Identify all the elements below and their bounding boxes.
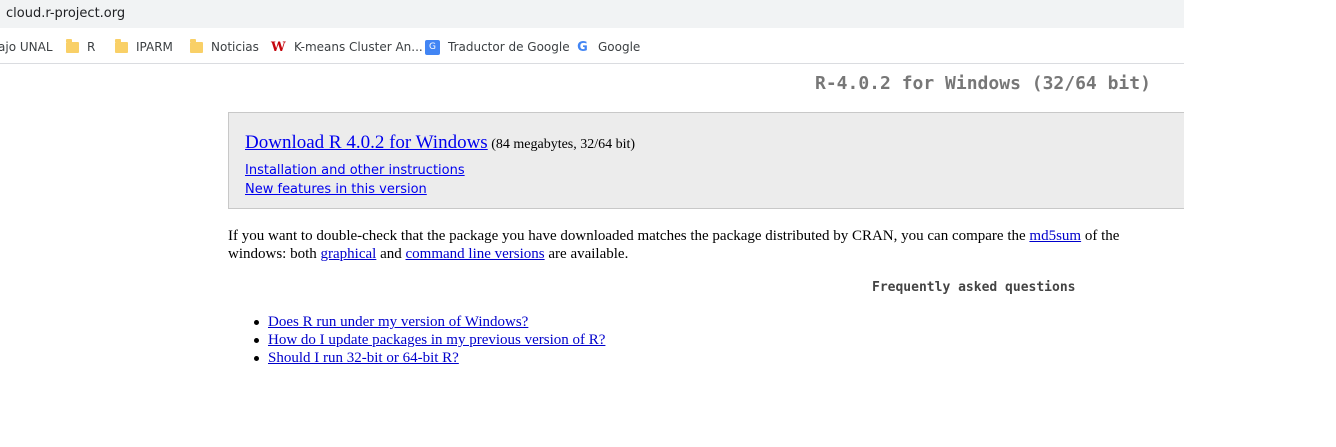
command-line-versions-link[interactable]: command line versions: [406, 246, 545, 262]
bullet-icon: [254, 338, 259, 343]
download-r-link[interactable]: Download R 4.0.2 for Windows: [245, 132, 488, 153]
md5-paragraph: If you want to double-check that the pac…: [228, 227, 1184, 263]
bookmark-label: K-means Cluster An...: [294, 40, 423, 54]
faq-item: Should I run 32-bit or 64-bit R?: [252, 349, 605, 367]
bookmark-iparm[interactable]: IPARM: [115, 38, 173, 56]
bookmark-label: Traductor de Google: [448, 40, 570, 54]
google-translate-icon: G: [425, 39, 440, 55]
bookmark-unal[interactable]: ajo UNAL: [0, 38, 53, 56]
paragraph-text: are available.: [544, 246, 629, 262]
paragraph-text: and: [376, 246, 406, 262]
bookmark-noticias[interactable]: Noticias: [190, 38, 259, 56]
faq-link-windows-version[interactable]: Does R run under my version of Windows?: [268, 314, 528, 330]
faq-list: Does R run under my version of Windows? …: [252, 313, 605, 367]
faq-item: Does R run under my version of Windows?: [252, 313, 605, 331]
new-features-link[interactable]: New features in this version: [245, 182, 427, 197]
bookmark-label: IPARM: [136, 40, 173, 54]
bookmark-r[interactable]: R: [66, 38, 95, 56]
bookmark-translate[interactable]: G Traductor de Google: [425, 38, 570, 56]
url-text[interactable]: cloud.r-project.org: [6, 6, 125, 21]
faq-heading: Frequently asked questions: [872, 280, 1076, 295]
graphical-link[interactable]: graphical: [321, 246, 377, 262]
folder-icon: [66, 38, 79, 53]
faq-link-update-packages[interactable]: How do I update packages in my previous …: [268, 332, 605, 348]
installation-instructions-link[interactable]: Installation and other instructions: [245, 163, 465, 178]
paragraph-text: If you want to double-check that the pac…: [228, 228, 1030, 244]
bookmark-google[interactable]: G Google: [575, 38, 640, 56]
page-title: R-4.0.2 for Windows (32/64 bit): [815, 73, 1151, 94]
download-size: (84 megabytes, 32/64 bit): [487, 137, 636, 152]
folder-icon: [115, 38, 128, 53]
bookmark-label: Noticias: [211, 40, 259, 54]
download-box: Download R 4.0.2 for Windows (84 megabyt…: [228, 112, 1184, 209]
google-icon: G: [577, 39, 588, 55]
bookmarks-bar: ajo UNAL R IPARM Noticias W K-means Clus…: [0, 28, 1184, 64]
faq-link-32-64-bit[interactable]: Should I run 32-bit or 64-bit R?: [268, 350, 459, 366]
download-line: Download R 4.0.2 for Windows (84 megabyt…: [245, 132, 635, 154]
bookmark-kmeans[interactable]: W K-means Cluster An...: [271, 38, 423, 56]
bullet-icon: [254, 356, 259, 361]
folder-icon: [190, 38, 203, 53]
paragraph-line-1: If you want to double-check that the pac…: [228, 227, 1184, 245]
paragraph-text: windows: both: [228, 246, 321, 262]
paragraph-line-2: windows: both graphical and command line…: [228, 245, 1184, 263]
bookmark-label: Google: [598, 40, 641, 54]
paragraph-text: of the: [1081, 228, 1120, 244]
faq-item: How do I update packages in my previous …: [252, 331, 605, 349]
bullet-icon: [254, 320, 259, 325]
uw-logo-icon: W: [271, 39, 286, 55]
bookmark-label: ajo UNAL: [0, 40, 53, 54]
bookmark-label: R: [87, 40, 96, 54]
address-bar[interactable]: cloud.r-project.org: [0, 0, 1184, 28]
browser-chrome: cloud.r-project.org ajo UNAL R IPARM Not…: [0, 0, 1184, 64]
md5sum-link[interactable]: md5sum: [1029, 228, 1081, 244]
